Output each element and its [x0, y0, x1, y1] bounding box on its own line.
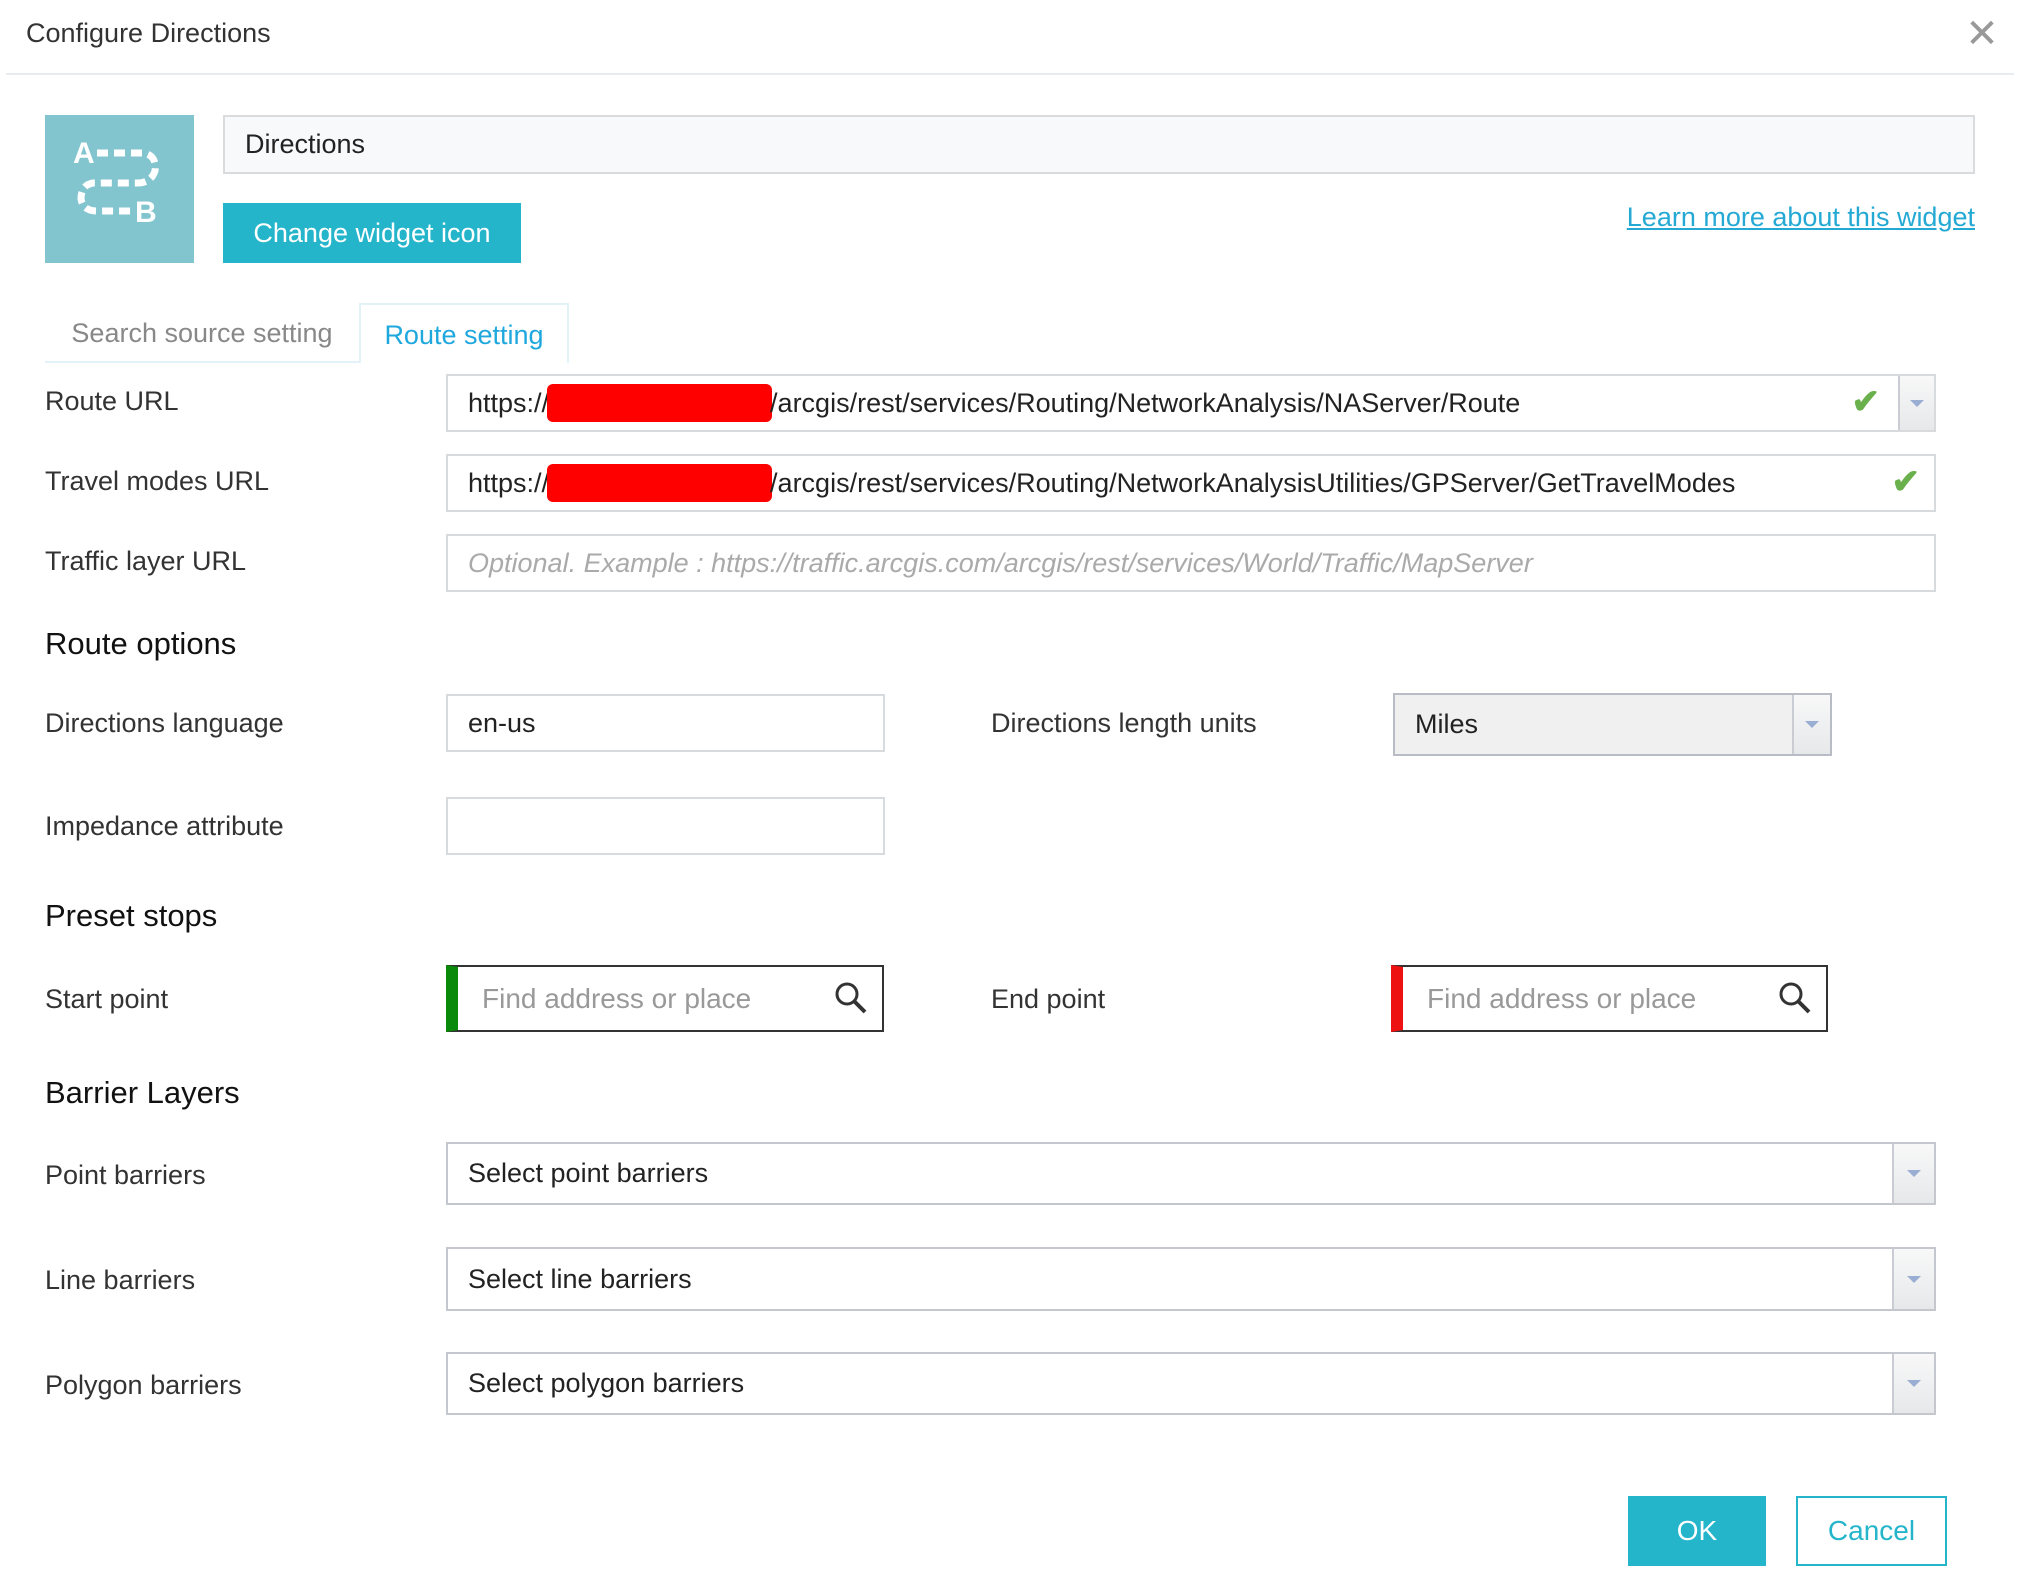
svg-text:A: A	[73, 137, 95, 170]
impedance-attribute-label: Impedance attribute	[45, 811, 284, 841]
travel-modes-url-label: Travel modes URL	[45, 466, 270, 496]
traffic-url-label: Traffic layer URL	[45, 546, 247, 576]
check-icon: ✔	[1851, 383, 1881, 421]
start-point-label: Start point	[45, 984, 169, 1014]
route-url-prefix: https://	[468, 387, 550, 418]
close-icon[interactable]: ✕	[1962, 14, 2002, 54]
line-barriers-value: Select line barriers	[468, 1263, 692, 1294]
directions-language-input[interactable]: en-us	[446, 694, 885, 752]
polygon-barriers-select[interactable]: Select polygon barriers	[446, 1352, 1936, 1415]
dialog-title: Configure Directions	[26, 18, 271, 48]
tab-route-setting[interactable]: Route setting	[359, 303, 569, 363]
point-barriers-value: Select point barriers	[468, 1158, 709, 1188]
change-widget-icon-button[interactable]: Change widget icon	[223, 203, 521, 263]
route-url-label: Route URL	[45, 386, 179, 416]
line-barriers-dropdown-arrow[interactable]	[1892, 1249, 1934, 1309]
tab-search-source-setting[interactable]: Search source setting	[45, 303, 359, 363]
directions-a-to-b-icon: A B	[45, 115, 194, 263]
header-divider	[6, 73, 2014, 75]
start-point-placeholder: Find address or place	[482, 982, 752, 1014]
route-url-dropdown-arrow[interactable]	[1898, 376, 1934, 430]
traffic-url-placeholder: Optional. Example : https://traffic.arcg…	[468, 547, 1533, 578]
directions-length-units-select[interactable]: Miles	[1393, 693, 1832, 756]
cancel-button[interactable]: Cancel	[1796, 1496, 1947, 1566]
svg-text:B: B	[135, 196, 157, 229]
line-barriers-select[interactable]: Select line barriers	[446, 1247, 1936, 1311]
ok-button[interactable]: OK	[1628, 1496, 1766, 1566]
end-point-search-input[interactable]: Find address or place	[1391, 965, 1828, 1032]
start-point-search-input[interactable]: Find address or place	[446, 965, 884, 1032]
travel-modes-url-input[interactable]: https:// /arcgis/rest/services/Routing/Ne…	[446, 454, 1936, 512]
units-dropdown-arrow[interactable]	[1792, 695, 1830, 754]
line-barriers-label: Line barriers	[45, 1265, 196, 1295]
search-icon[interactable]	[1778, 981, 1812, 1015]
impedance-attribute-input[interactable]	[446, 797, 885, 855]
end-point-placeholder: Find address or place	[1427, 982, 1697, 1014]
end-point-label: End point	[991, 984, 1106, 1014]
preset-stops-heading: Preset stops	[45, 898, 218, 933]
check-icon: ✔	[1891, 463, 1921, 501]
route-options-heading: Route options	[45, 626, 237, 661]
redaction-mark	[547, 464, 773, 502]
route-url-input[interactable]: https:// /arcgis/rest/services/Routing/Ne…	[446, 374, 1936, 432]
units-value: Miles	[1415, 709, 1479, 739]
travel-modes-url-suffix: /arcgis/rest/services/Routing/NetworkAna…	[770, 467, 1736, 498]
polygon-barriers-value: Select polygon barriers	[468, 1368, 745, 1398]
barrier-layers-heading: Barrier Layers	[45, 1075, 240, 1110]
search-icon[interactable]	[834, 981, 868, 1015]
directions-length-units-label: Directions length units	[991, 708, 1257, 738]
point-barriers-dropdown-arrow[interactable]	[1892, 1144, 1934, 1203]
widget-name-input[interactable]: Directions	[223, 115, 1975, 174]
route-url-suffix: /arcgis/rest/services/Routing/NetworkAna…	[770, 387, 1521, 418]
redaction-mark	[547, 384, 773, 422]
polygon-barriers-dropdown-arrow[interactable]	[1892, 1354, 1934, 1413]
traffic-url-input[interactable]: Optional. Example : https://traffic.arcg…	[446, 534, 1936, 592]
point-barriers-label: Point barriers	[45, 1160, 206, 1190]
directions-language-label: Directions language	[45, 708, 284, 738]
learn-more-link[interactable]: Learn more about this widget	[1627, 202, 1975, 233]
point-barriers-select[interactable]: Select point barriers	[446, 1142, 1936, 1205]
polygon-barriers-label: Polygon barriers	[45, 1370, 242, 1400]
travel-modes-url-prefix: https://	[468, 467, 550, 498]
